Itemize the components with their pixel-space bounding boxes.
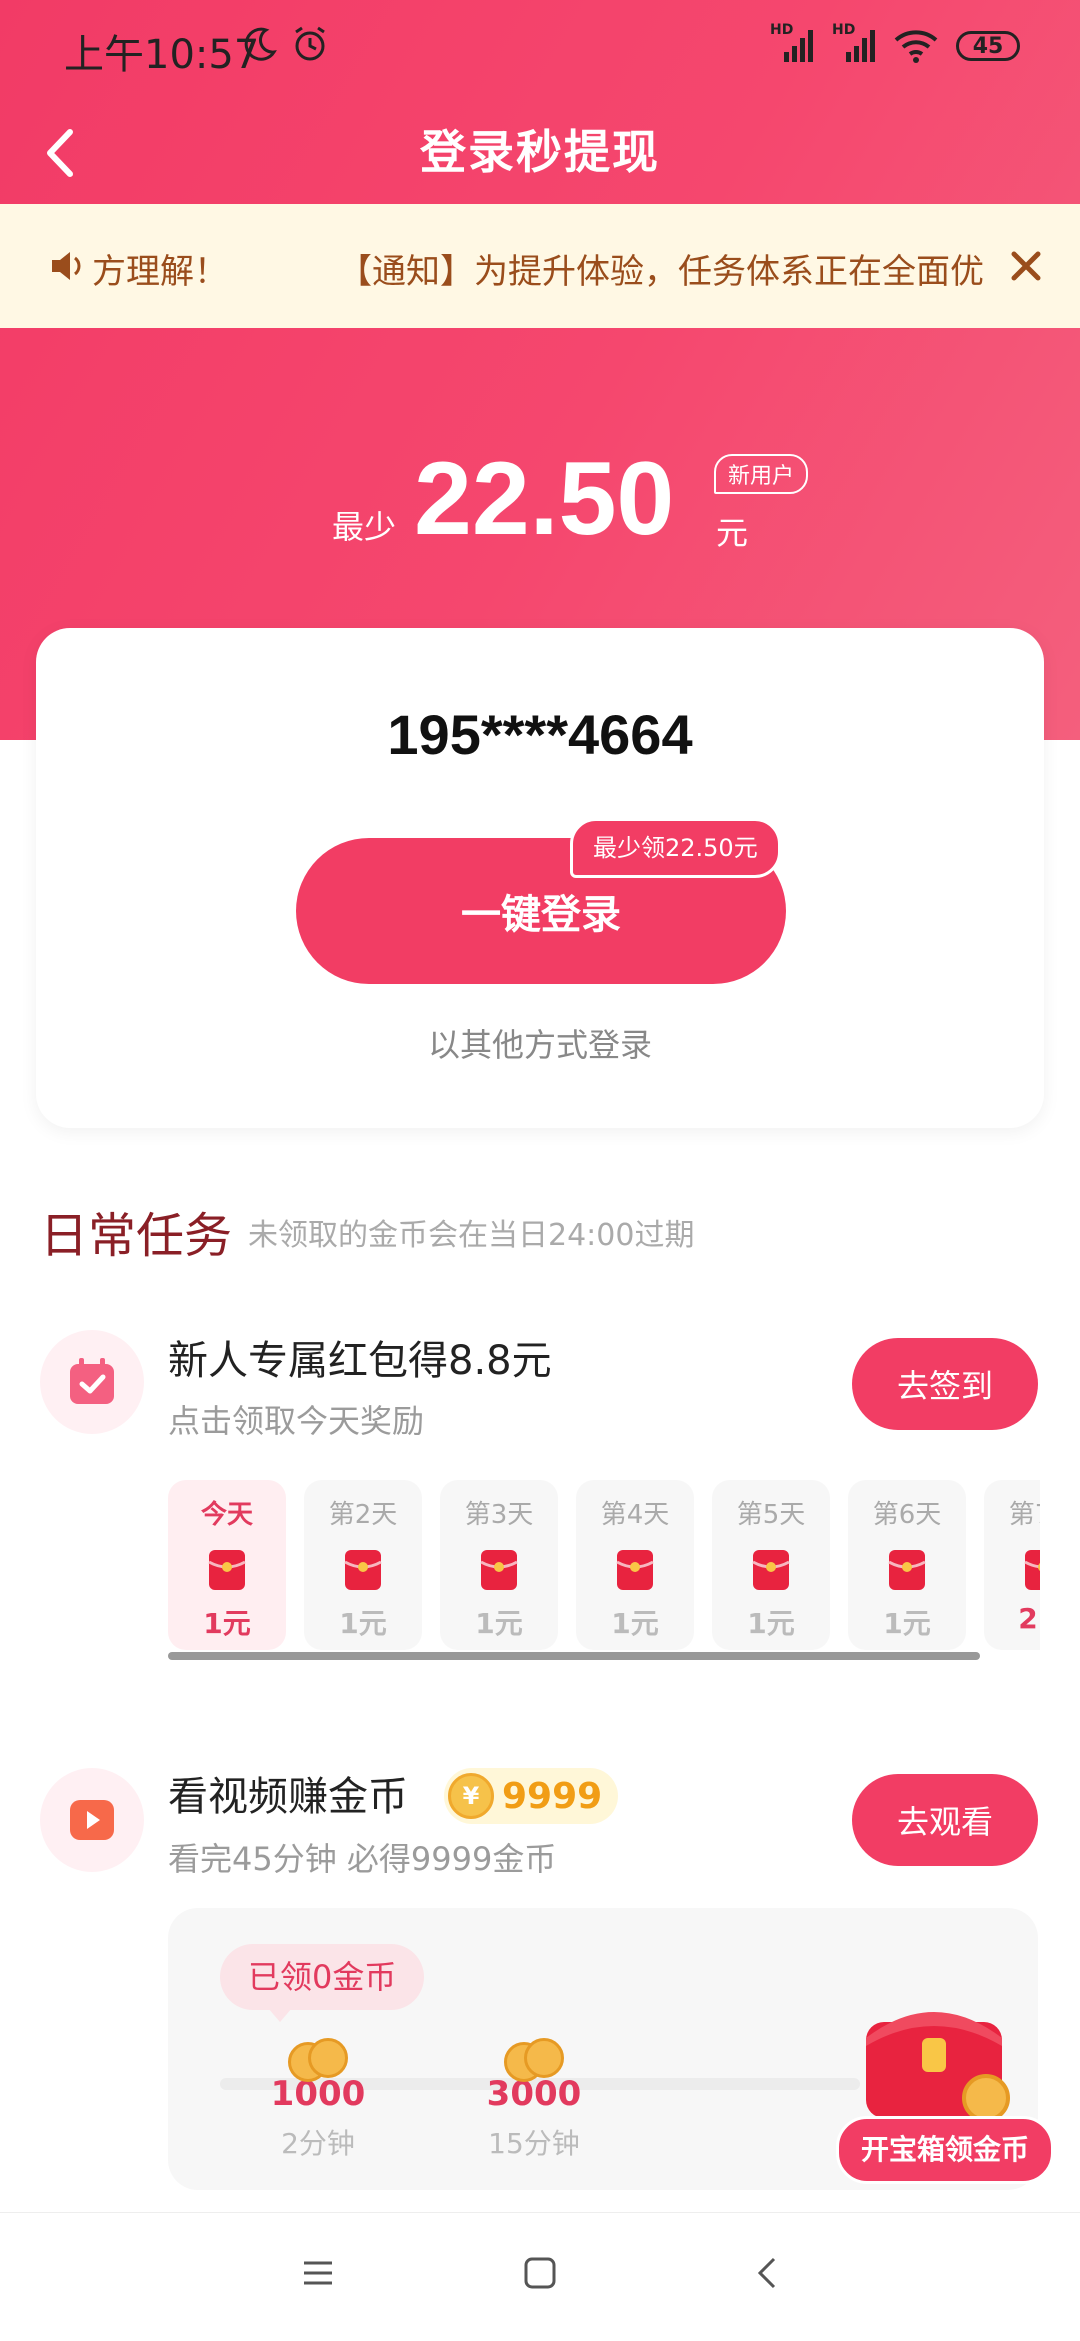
day-amount: 1元 [339,1607,387,1640]
login-button-label: 一键登录 [461,892,621,938]
close-icon[interactable] [1006,246,1046,286]
red-packet-icon [1024,1550,1040,1590]
day-label: 今天 [200,1500,253,1530]
new-user-badge: 新用户 [714,454,809,494]
watch-video-button-label: 去观看 [896,1803,993,1841]
day-amount: 2.8 [1018,1602,1040,1635]
checkin-day-tile[interactable]: 第5天 1元 [712,1480,830,1650]
checkin-day-tile[interactable]: 今天 1元 [168,1480,286,1650]
amount-prefix: 最少 [332,508,397,546]
checkin-day-tile[interactable]: 第7天 2.8 [984,1480,1040,1650]
alarm-icon [295,26,325,61]
bubble-pointer [268,2008,292,2022]
red-packet-icon [480,1550,518,1590]
video-play-icon [40,1768,144,1872]
checkin-day-strip[interactable]: 今天 1元 第2天 1元 第3天 1元 第4天 1元 第5天 1元 第6天 1元… [168,1480,1040,1660]
calendar-icon [40,1330,144,1434]
moon-icon [244,27,277,61]
red-packet-icon [344,1550,382,1590]
day-label: 第5天 [736,1500,806,1530]
notice-text: 【通知】为提升体验，任务体系正在全面优 [338,252,984,292]
day-label: 第7天 [1008,1500,1040,1530]
checkin-task-desc: 点击领取今天奖励 [168,1402,425,1440]
notice-text-tail: 方理解！ [92,252,228,292]
checkin-day-tile[interactable]: 第6天 1元 [848,1480,966,1650]
milestone-time: 2分钟 [281,2127,355,2160]
milestone: 3000 15分钟 [464,2038,604,2162]
day-amount: 1元 [883,1607,931,1640]
video-task-desc: 看完45分钟 必得9999金币 [168,1840,557,1878]
battery-icon: 45 [956,31,1020,61]
day-amount: 1元 [475,1607,523,1640]
amount-unit: 元 [716,514,749,552]
checkin-strip-scrollbar[interactable] [168,1652,980,1660]
other-login-link[interactable]: 以其他方式登录 [36,1020,1044,1066]
red-packet-icon [208,1550,246,1590]
system-nav-bar [0,2212,1080,2341]
red-packet-icon [752,1550,790,1590]
phone-number: 195****4664 [387,703,693,766]
checkin-day-tile[interactable]: 第3天 1元 [440,1480,558,1650]
red-packet-icon [888,1550,926,1590]
day-label: 第6天 [872,1500,942,1530]
checkin-day-tile[interactable]: 第2天 1元 [304,1480,422,1650]
checkin-task-title: 新人专属红包得8.8元 [168,1338,552,1384]
coin-reward-badge: ¥ 9999 [444,1768,619,1824]
nav-bar: 登录秒提现 [0,100,1080,204]
day-amount: 1元 [611,1607,659,1640]
speaker-icon [52,252,81,280]
notice-bar: 方理解！ 【通知】为提升体验，任务体系正在全面优 [0,204,1080,328]
status-indicators: HD HD 45 [770,22,1020,66]
status-time: 上午10:57 [64,32,260,78]
signal-icon: HD [770,22,814,66]
back-nav-icon[interactable] [750,2255,786,2291]
coin-stack-icon [504,2038,564,2082]
login-reward-badge: 最少领22.50元 [570,818,781,878]
status-bar: 上午10:57 HD HD 45 [0,0,1080,100]
milestone: 1000 2分钟 [248,2038,388,2162]
wifi-icon [894,30,938,63]
menu-icon[interactable] [300,2255,336,2291]
page-title: 登录秒提现 [420,125,660,179]
daily-tasks-subtitle: 未领取的金币会在当日24:00过期 [248,1218,695,1253]
open-treasure-button[interactable]: 开宝箱领金币 [836,2116,1055,2184]
received-coins-bubble: 已领0金币 [220,1944,425,2010]
amount-value: 22.50 [414,441,675,557]
day-label: 第4天 [600,1500,670,1530]
watch-video-button[interactable]: 去观看 [852,1774,1038,1866]
video-task-title: 看视频赚金币 [168,1774,408,1820]
checkin-button-label: 去签到 [896,1367,993,1405]
daily-tasks-title: 日常任务 [40,1208,233,1264]
day-amount: 1元 [203,1607,251,1640]
day-label: 第2天 [328,1500,398,1530]
withdraw-amount: 最少 22.50 元 新用户 [0,440,1080,580]
login-card: 195****4664 一键登录 最少领22.50元 以其他方式登录 [36,628,1044,1128]
checkin-button[interactable]: 去签到 [852,1338,1038,1430]
day-amount: 1元 [747,1607,795,1640]
checkin-day-tile[interactable]: 第4天 1元 [576,1480,694,1650]
day-label: 第3天 [464,1500,534,1530]
treasure-chest-icon[interactable] [846,1986,1022,2126]
coin-reward-amount: 9999 [502,1775,603,1817]
signal-icon: HD [832,22,876,66]
coin-stack-icon [288,2038,348,2082]
red-packet-icon [616,1550,654,1590]
home-icon[interactable] [522,2255,558,2291]
coin-icon: ¥ [448,1773,494,1819]
battery-level: 45 [972,33,1004,59]
milestone-time: 15分钟 [488,2127,580,2160]
